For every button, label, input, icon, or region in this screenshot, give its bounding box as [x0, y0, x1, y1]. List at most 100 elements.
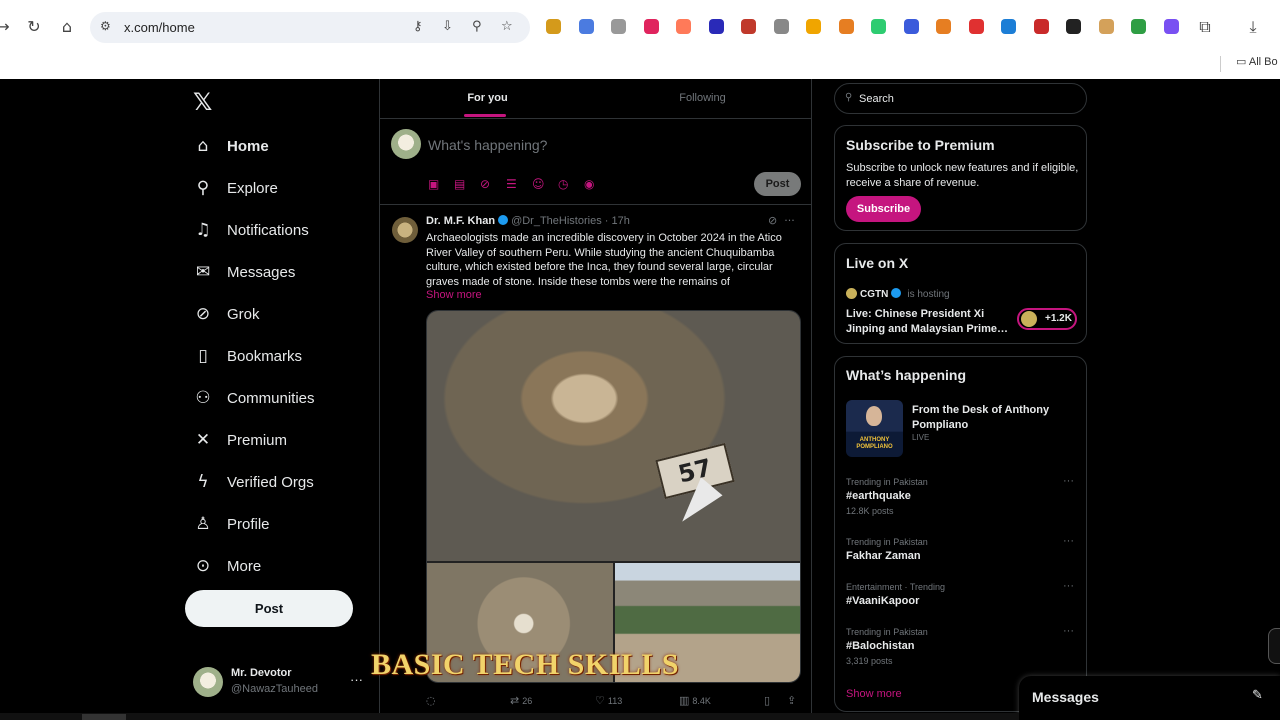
nav-item-grok[interactable]: ⊘ Grok — [193, 299, 260, 329]
show-more-trends-link[interactable]: Show more — [846, 688, 902, 700]
trend-item[interactable]: Trending in Pakistan Fakhar Zaman ··· — [846, 535, 1077, 562]
messages-drawer[interactable]: Messages ✎ — [1019, 676, 1280, 720]
more-dots-icon[interactable]: ··· — [1063, 475, 1074, 487]
location-icon[interactable]: ◉ — [584, 177, 610, 191]
gif-icon[interactable]: ▤ — [454, 177, 480, 191]
browser-extension-icon[interactable] — [773, 19, 789, 34]
tweet-avatar[interactable] — [392, 217, 418, 243]
trend-item[interactable]: Trending in Pakistan #earthquake 12.8K pos… — [846, 475, 1077, 516]
show-more-link[interactable]: Show more — [426, 289, 482, 301]
browser-extension-icon[interactable] — [578, 19, 594, 34]
trend-item[interactable]: Trending in Pakistan #Balochistan 3,319 po… — [846, 625, 1077, 666]
trend-item[interactable]: Entertainment · Trending #VaaniKapoor ··· — [846, 580, 1077, 607]
post-button[interactable]: Post — [185, 590, 353, 627]
zoom-icon[interactable]: ⚲ — [472, 19, 482, 34]
tweet-author-handle[interactable]: @Dr_TheHistories — [511, 215, 602, 227]
more-dots-icon[interactable]: ··· — [350, 672, 363, 687]
bookmark-button[interactable]: ▯ — [764, 694, 773, 707]
scroll-thumb[interactable] — [82, 714, 126, 720]
nav-item-communities[interactable]: ⚇ Communities — [193, 383, 314, 413]
tab-following[interactable]: Following — [595, 79, 810, 119]
poll-icon[interactable]: ☰ — [506, 177, 532, 191]
tweet[interactable]: Dr. M.F. Khan @Dr_TheHistories · 17h ⊘ ··… — [380, 205, 811, 720]
more-dots-icon[interactable]: ··· — [784, 214, 795, 227]
browser-extension-icon[interactable] — [968, 19, 984, 34]
lightning-icon: ϟ — [197, 472, 209, 492]
browser-extension-icon[interactable] — [611, 19, 626, 34]
nav-item-more[interactable]: ⊙ More — [193, 551, 261, 581]
emoji-icon[interactable]: ☺ — [532, 177, 558, 191]
composer-input[interactable]: What's happening? — [428, 137, 547, 153]
browser-extension-icon[interactable] — [1033, 19, 1049, 34]
browser-extension-icon[interactable] — [643, 19, 659, 34]
nav-item-bookmarks[interactable]: ▯ Bookmarks — [193, 341, 302, 371]
search-box[interactable]: ⚲ Search — [834, 83, 1087, 114]
browser-extension-icon[interactable] — [546, 19, 561, 34]
tab-for-you[interactable]: For you — [380, 79, 595, 119]
browser-extension-icon[interactable] — [838, 19, 854, 34]
browser-extension-icon[interactable] — [708, 19, 724, 34]
image-icon[interactable]: ▣ — [428, 177, 454, 191]
more-dots-icon[interactable]: ··· — [1063, 535, 1074, 547]
account-switcher[interactable]: Mr. Devotor @NawazTauheed ··· — [193, 666, 368, 702]
nav-item-messages[interactable]: ✉ Messages — [193, 257, 296, 287]
home-browser-icon[interactable]: ⌂ — [56, 16, 78, 38]
skeleton-photo-main[interactable]: 57 — [427, 311, 800, 561]
reload-icon[interactable]: ↻ — [23, 16, 45, 38]
bookmark-star-icon[interactable]: ☆ — [501, 19, 513, 34]
grok-icon[interactable]: ⊘ — [480, 177, 506, 191]
browser-extension-icon[interactable] — [1131, 19, 1146, 34]
nav-item-explore[interactable]: ⚲ Explore — [193, 173, 278, 203]
browser-extension-icon[interactable] — [1098, 19, 1114, 34]
x-logo-icon[interactable]: 𝕏 — [193, 88, 212, 116]
nav-item-verified-orgs[interactable]: ϟ Verified Orgs — [193, 467, 313, 497]
share-button[interactable]: ⇪ — [787, 694, 799, 707]
browser-extension-icon[interactable] — [741, 19, 756, 34]
all-bookmarks-folder[interactable]: ▭ All Bo — [1236, 55, 1278, 68]
repost-button[interactable]: ⇄ 26 — [510, 694, 532, 707]
more-dots-icon[interactable]: ··· — [1063, 580, 1074, 592]
browser-extension-icon[interactable] — [676, 19, 691, 34]
address-bar[interactable]: ⚙ x.com/home ⚷ ⇩ ⚲ ☆ — [90, 12, 530, 43]
browser-extension-icon[interactable] — [936, 19, 951, 34]
new-message-icon[interactable]: ✎ — [1252, 688, 1263, 703]
password-key-icon[interactable]: ⚷ — [413, 19, 423, 34]
edge-side-panel-tab[interactable] — [1268, 628, 1280, 664]
subscribe-button[interactable]: Subscribe — [846, 196, 921, 222]
site-info-icon[interactable]: ⚙ — [100, 19, 111, 33]
url-text[interactable]: x.com/home — [124, 20, 195, 35]
trend-context: Trending in Pakistan — [846, 627, 928, 637]
nav-item-home[interactable]: ⌂ Home — [193, 131, 269, 161]
featured-thumbnail[interactable]: ANTHONY POMPLIANO — [846, 400, 903, 457]
live-event-title[interactable]: Live: Chinese President Xi Jinping and M… — [846, 307, 1011, 336]
trend-name: #VaaniKapoor — [846, 595, 920, 607]
verified-badge-icon — [498, 215, 509, 225]
reply-button[interactable]: ◌ — [426, 694, 439, 707]
featured-title[interactable]: From the Desk of Anthony Pompliano — [912, 403, 1077, 432]
grok-explain-icon[interactable]: ⊘ — [768, 214, 777, 227]
more-dots-icon[interactable]: ··· — [1063, 625, 1074, 637]
install-app-icon[interactable]: ⇩ — [442, 19, 453, 34]
live-host[interactable]: CGTN is hosting — [846, 288, 950, 300]
search-input[interactable]: Search — [859, 93, 894, 105]
tweet-author-name[interactable]: Dr. M.F. Khan — [426, 215, 495, 227]
browser-extension-icon[interactable] — [1066, 19, 1081, 34]
browser-extension-icon[interactable] — [1001, 19, 1016, 34]
nav-item-profile[interactable]: ♙ Profile — [193, 509, 269, 539]
extensions-puzzle-icon[interactable]: ⧉ — [1194, 16, 1216, 38]
browser-extension-icon[interactable] — [806, 19, 821, 34]
like-button[interactable]: ♡ 113 — [595, 694, 622, 707]
nav-item-notifications[interactable]: ♫ Notifications — [193, 215, 308, 245]
browser-extension-icon[interactable] — [871, 19, 886, 34]
browser-extension-icon[interactable] — [1163, 19, 1179, 34]
download-icon[interactable]: ⤓ — [1242, 16, 1264, 38]
forward-icon[interactable]: → — [0, 16, 14, 38]
nav-item-premium[interactable]: ✕ Premium — [193, 425, 287, 455]
views-button[interactable]: ▥ 8.4K — [679, 694, 711, 707]
tweet-media-grid[interactable]: 57 — [426, 310, 801, 683]
bottom-scrollbar[interactable] — [0, 713, 1019, 720]
schedule-icon[interactable]: ◷ — [558, 177, 584, 191]
browser-extension-icon[interactable] — [903, 19, 919, 34]
composer-post-button[interactable]: Post — [754, 172, 801, 196]
live-listeners-pill[interactable]: +1.2K — [1017, 308, 1077, 330]
